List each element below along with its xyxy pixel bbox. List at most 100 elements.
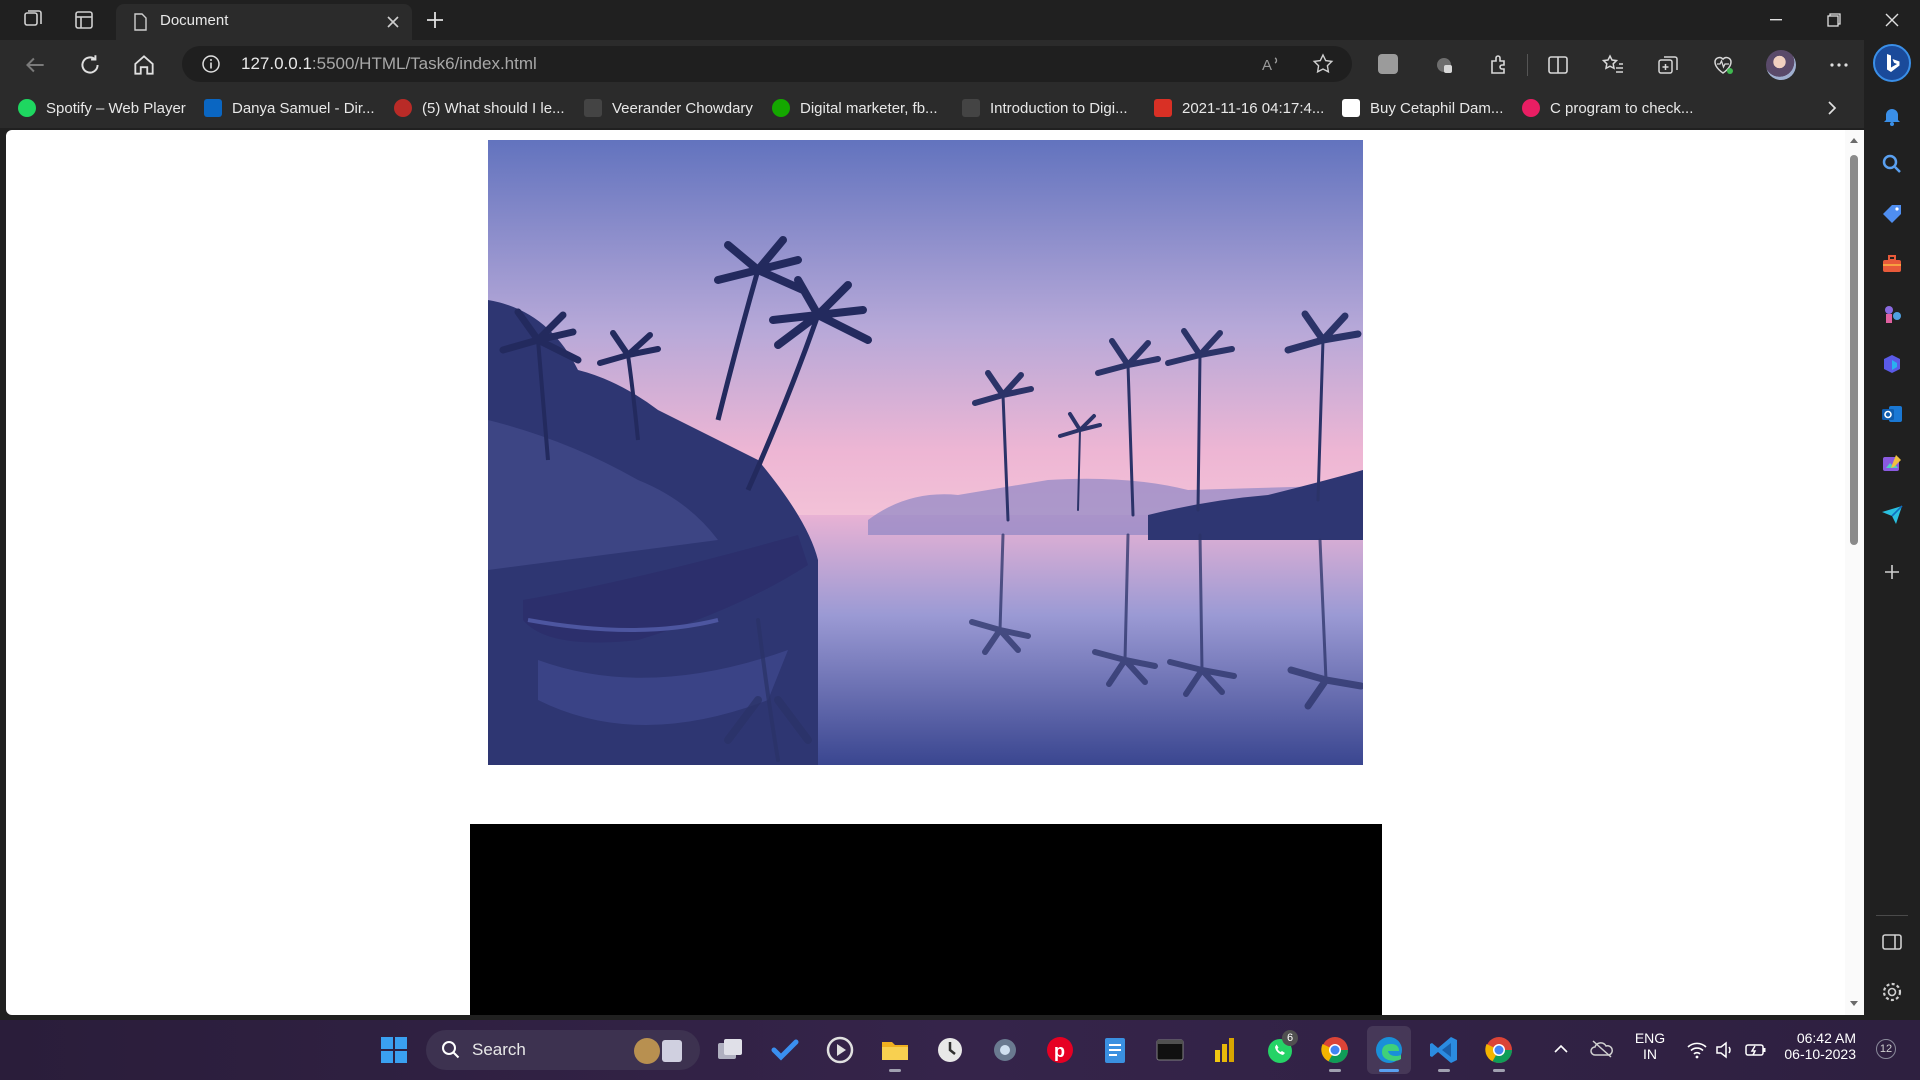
clock-icon[interactable] bbox=[934, 1034, 966, 1066]
language-code: ENG bbox=[1634, 1030, 1666, 1046]
active-indicator bbox=[1379, 1069, 1399, 1072]
bookmark-c-program[interactable]: C program to check... bbox=[1522, 97, 1693, 119]
minimize-button[interactable] bbox=[1748, 0, 1804, 40]
task-view-icon[interactable] bbox=[714, 1034, 746, 1066]
microsoft-365-icon[interactable] bbox=[1880, 352, 1904, 376]
bookmark-spotify[interactable]: Spotify – Web Player bbox=[18, 97, 186, 119]
more-options-icon[interactable] bbox=[1827, 53, 1851, 77]
quora-icon bbox=[394, 99, 412, 117]
running-indicator bbox=[889, 1069, 901, 1072]
extensions-puzzle-icon[interactable] bbox=[1486, 53, 1510, 77]
bookmark-upwork[interactable]: Digital marketer, fb... bbox=[772, 97, 938, 119]
profile-avatar[interactable] bbox=[1766, 50, 1796, 80]
read-aloud-icon[interactable]: A bbox=[1260, 53, 1282, 75]
todo-icon[interactable] bbox=[769, 1034, 801, 1066]
close-window-button[interactable] bbox=[1864, 0, 1920, 40]
spotify-icon bbox=[18, 99, 36, 117]
bookmark-label: Danya Samuel - Dir... bbox=[232, 99, 375, 117]
sidebar-divider bbox=[1876, 915, 1908, 916]
bookmark-label: Veerander Chowdary bbox=[612, 99, 753, 117]
notification-count-badge[interactable]: 12 bbox=[1876, 1039, 1896, 1059]
tropical-lagoon-image bbox=[488, 140, 1363, 765]
split-screen-icon[interactable] bbox=[1546, 53, 1570, 77]
bookmark-intro-digital[interactable]: Introduction to Digi... bbox=[962, 97, 1128, 119]
add-sidebar-app-icon[interactable] bbox=[1880, 560, 1904, 584]
terminal-icon[interactable] bbox=[1154, 1034, 1186, 1066]
linkedin-icon bbox=[204, 99, 222, 117]
bookmark-linkedin[interactable]: Danya Samuel - Dir... bbox=[204, 97, 375, 119]
search-highlight-icon bbox=[634, 1038, 660, 1064]
clock[interactable]: 06:42 AM 06-10-2023 bbox=[1776, 1030, 1856, 1062]
back-icon[interactable] bbox=[22, 52, 48, 78]
restore-button[interactable] bbox=[1806, 0, 1862, 40]
tools-briefcase-icon[interactable] bbox=[1880, 252, 1904, 276]
collections-icon[interactable] bbox=[1656, 53, 1680, 77]
browser-essentials-icon[interactable] bbox=[1711, 53, 1735, 77]
address-bar[interactable]: 127.0.0.1:5500/HTML/Task6/index.html A bbox=[182, 46, 1352, 82]
video-player[interactable] bbox=[470, 824, 1382, 1015]
edge-icon[interactable] bbox=[1373, 1034, 1405, 1066]
extension-b-icon[interactable] bbox=[1432, 53, 1456, 77]
battery-charging-icon[interactable] bbox=[1744, 1040, 1768, 1060]
new-tab-icon[interactable] bbox=[423, 8, 447, 32]
search-icon bbox=[442, 1041, 460, 1059]
favorite-star-icon[interactable] bbox=[1312, 53, 1334, 75]
upwork-icon bbox=[772, 99, 790, 117]
notifications-bell-icon[interactable] bbox=[1880, 104, 1904, 128]
shopping-tag-icon[interactable] bbox=[1880, 202, 1904, 226]
bookmark-pdf[interactable]: 2021-11-16 04:17:4... bbox=[1154, 97, 1324, 119]
chevron-right-icon[interactable] bbox=[1822, 98, 1842, 118]
power-bi-icon[interactable] bbox=[1209, 1034, 1241, 1066]
show-hidden-icons-chevron-icon[interactable] bbox=[1552, 1040, 1570, 1058]
home-icon[interactable] bbox=[131, 52, 157, 78]
copilot-button[interactable] bbox=[1873, 44, 1911, 82]
page-icon bbox=[962, 99, 980, 117]
scroll-down-icon[interactable] bbox=[1849, 1000, 1859, 1008]
hide-sidebar-icon[interactable] bbox=[1880, 930, 1904, 954]
bookmark-label: Digital marketer, fb... bbox=[800, 99, 938, 117]
bookmark-amazon[interactable]: Buy Cetaphil Dam... bbox=[1342, 97, 1503, 119]
tab-actions-icon[interactable] bbox=[72, 8, 96, 32]
drop-send-icon[interactable] bbox=[1880, 502, 1904, 526]
settings-gear-icon[interactable] bbox=[989, 1034, 1021, 1066]
taskbar-search[interactable]: Search bbox=[426, 1030, 700, 1070]
bookmark-veerander[interactable]: Veerander Chowdary bbox=[584, 97, 753, 119]
bookmark-label: (5) What should I le... bbox=[422, 99, 565, 117]
amazon-icon bbox=[1342, 99, 1360, 117]
page-icon bbox=[134, 13, 147, 31]
onedrive-offline-icon[interactable] bbox=[1590, 1038, 1614, 1060]
windows-start-icon[interactable] bbox=[378, 1034, 410, 1066]
tab-document[interactable]: Document bbox=[116, 4, 412, 40]
media-player-icon[interactable] bbox=[824, 1034, 856, 1066]
chrome-icon[interactable] bbox=[1319, 1034, 1351, 1066]
workspaces-icon[interactable] bbox=[20, 8, 44, 32]
volume-icon[interactable] bbox=[1714, 1040, 1736, 1060]
search-highlight-card-icon bbox=[662, 1040, 682, 1062]
sidebar-settings-gear-icon[interactable] bbox=[1880, 980, 1904, 1004]
chrome-profile-icon[interactable] bbox=[1483, 1034, 1515, 1066]
refresh-icon[interactable] bbox=[77, 52, 103, 78]
file-explorer-icon[interactable] bbox=[879, 1034, 911, 1066]
vscode-icon[interactable] bbox=[1428, 1034, 1460, 1066]
bookmark-label: C program to check... bbox=[1550, 99, 1694, 117]
title-bar: Document bbox=[0, 0, 1920, 40]
url-path: :5500/HTML/Task6/index.html bbox=[311, 54, 537, 73]
region-code: IN bbox=[1643, 1046, 1657, 1062]
games-icon[interactable] bbox=[1880, 302, 1904, 326]
toolbar-divider bbox=[1527, 54, 1528, 76]
extension-a-icon[interactable] bbox=[1378, 54, 1398, 74]
favorites-icon[interactable] bbox=[1601, 53, 1625, 77]
site-info-icon[interactable] bbox=[201, 54, 221, 74]
pinterest-icon[interactable]: p bbox=[1044, 1034, 1076, 1066]
designer-icon[interactable] bbox=[1880, 452, 1904, 476]
search-icon[interactable] bbox=[1880, 152, 1904, 176]
close-tab-icon[interactable] bbox=[386, 15, 400, 29]
wifi-icon[interactable] bbox=[1686, 1040, 1708, 1060]
language-indicator[interactable]: ENG IN bbox=[1630, 1030, 1670, 1062]
outlook-icon[interactable] bbox=[1880, 402, 1904, 426]
scroll-up-icon[interactable] bbox=[1849, 136, 1859, 144]
notepad-icon[interactable] bbox=[1099, 1034, 1131, 1066]
scrollbar-thumb[interactable] bbox=[1850, 155, 1858, 545]
svg-text:A: A bbox=[1262, 57, 1272, 74]
bookmark-quora[interactable]: (5) What should I le... bbox=[394, 97, 565, 119]
